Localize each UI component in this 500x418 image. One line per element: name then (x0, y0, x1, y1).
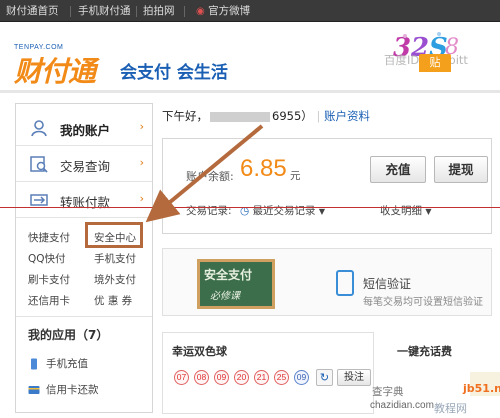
lottery-ball-blue: 09 (294, 370, 309, 385)
lottery-ball: 20 (234, 370, 249, 385)
lottery-ball: 09 (214, 370, 229, 385)
site-watermark: jb51.net (463, 382, 500, 395)
lottery-ball: 07 (174, 370, 189, 385)
promo-headline: 安全支付 (204, 268, 253, 282)
watermark-url: chazidian.com (370, 400, 434, 411)
lottery-ball: 25 (274, 370, 289, 385)
lottery-ball: 21 (254, 370, 269, 385)
refresh-icon[interactable]: ↻ (316, 369, 333, 386)
lottery-title: 幸运双色球 (172, 345, 227, 358)
chalkboard-banner: 安全支付 必修课 (197, 259, 275, 309)
promo-subline: 必修课 (210, 291, 240, 302)
lottery-ball: 08 (194, 370, 209, 385)
bet-button[interactable]: 投注 (337, 369, 371, 386)
watermark-text-1: 查字典 (372, 386, 404, 398)
sms-verify-title: 短信验证 (363, 277, 412, 291)
watermark-text-2: 教程网 (434, 402, 467, 415)
phone-sms-icon (336, 270, 354, 296)
quick-recharge-title: 一键充话费 (397, 345, 452, 358)
sms-verify-desc: 每笔交易均可设置短信验证 (363, 297, 483, 308)
